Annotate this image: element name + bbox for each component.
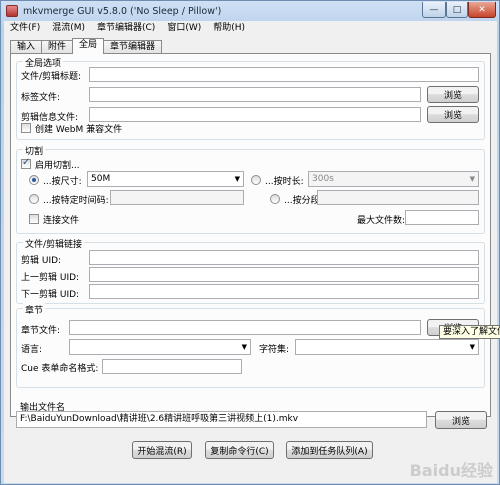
menu-mux[interactable]: 混流(M) xyxy=(46,21,91,36)
chapter-file-input[interactable] xyxy=(69,320,421,335)
maximize-button[interactable]: □ xyxy=(446,2,468,18)
minimize-button[interactable]: — xyxy=(422,2,446,18)
linking-group: 文件/剪辑链接 剪辑 UID: 上一剪辑 UID: 下一剪辑 UID: xyxy=(16,237,485,304)
global-options-group: 全局选项 文件/剪辑标题: 标签文件: 浏览 剪辑信息文件: 浏览 创建 Web… xyxy=(16,56,485,140)
language-combo[interactable]: ▼ xyxy=(69,339,251,355)
menu-file[interactable]: 文件(F) xyxy=(4,21,46,36)
charset-combo[interactable]: ▼ xyxy=(295,339,479,355)
webm-checkbox[interactable] xyxy=(21,123,31,133)
global-tab-panel: 全局选项 文件/剪辑标题: 标签文件: 浏览 剪辑信息文件: 浏览 创建 Web… xyxy=(10,53,491,417)
title-bar: mkvmerge GUI v5.8.0 ('No Sleep / Pillow'… xyxy=(1,1,499,21)
split-by-duration-radio[interactable] xyxy=(251,175,261,185)
menu-bar: 文件(F) 混流(M) 章节编辑器(C) 窗口(W) 帮助(H) xyxy=(4,21,497,36)
split-by-parts-radio[interactable] xyxy=(270,194,280,204)
split-legend: 切割 xyxy=(23,144,46,157)
output-filename-input[interactable]: F:\BaiduYunDownload\精讲班\2.6精讲班呼吸第三讲视频上(1… xyxy=(16,411,427,428)
link-files-checkbox[interactable] xyxy=(29,214,39,224)
watermark: Baidu经验 xyxy=(409,461,493,480)
split-group: 切割 启用切割... ...按尺寸: 50M ▼ ...按时长: 300s ▼ ..… xyxy=(16,144,485,234)
chevron-down-icon: ▼ xyxy=(234,175,240,183)
split-size-value: 50M xyxy=(91,174,111,184)
close-button[interactable]: ✕ xyxy=(468,2,496,18)
prev-uid-input[interactable] xyxy=(89,267,479,282)
next-uid-input[interactable] xyxy=(89,284,479,299)
file-title-label: 文件/剪辑标题: xyxy=(21,72,82,82)
menu-chapter-editor[interactable]: 章节编辑器(C) xyxy=(91,21,161,36)
tab-attachments[interactable]: 附件 xyxy=(41,40,74,54)
file-title-input[interactable] xyxy=(89,67,479,82)
enable-split-label: 启用切割... xyxy=(35,161,80,171)
webm-label: 创建 WebM 兼容文件 xyxy=(35,125,123,135)
main-window: mkvmerge GUI v5.8.0 ('No Sleep / Pillow'… xyxy=(0,0,500,485)
output-browse-button[interactable]: 浏览 xyxy=(435,411,487,429)
start-muxing-button[interactable]: 开始混流(R) xyxy=(132,441,192,459)
menu-help[interactable]: 帮助(H) xyxy=(207,21,251,36)
cue-name-format-label: Cue 表单命名格式: xyxy=(21,364,99,374)
segment-uid-input[interactable] xyxy=(89,250,479,265)
tab-strip: 输入 附件 全局 章节编辑器 xyxy=(10,38,163,54)
chevron-down-icon: ▼ xyxy=(241,343,247,351)
tab-global[interactable]: 全局 xyxy=(72,38,105,54)
segment-info-browse-button[interactable]: 浏览 xyxy=(427,106,479,123)
split-by-duration-label: ...按时长: xyxy=(265,177,304,187)
tooltip: 要深入了解文件 xyxy=(439,325,500,339)
enable-split-checkbox[interactable] xyxy=(21,157,31,169)
menu-window[interactable]: 窗口(W) xyxy=(161,21,207,36)
link-files-label: 连接文件 xyxy=(43,216,80,226)
tags-file-input[interactable] xyxy=(89,87,421,102)
split-parts-input[interactable] xyxy=(317,190,479,205)
cue-name-format-input[interactable] xyxy=(102,359,242,374)
tab-input[interactable]: 输入 xyxy=(10,40,43,54)
chapters-legend: 章节 xyxy=(23,303,46,316)
charset-label: 字符集: xyxy=(259,345,290,355)
add-to-job-queue-button[interactable]: 添加到任务队列(A) xyxy=(286,441,373,459)
prev-uid-label: 上一剪辑 UID: xyxy=(21,273,80,283)
language-label: 语言: xyxy=(21,345,43,355)
split-by-timecodes-radio[interactable] xyxy=(29,194,39,204)
split-by-timecodes-label: ...按特定时间码: xyxy=(43,196,109,206)
chapter-file-label: 章节文件: xyxy=(21,326,61,336)
split-duration-combo[interactable]: 300s ▼ xyxy=(308,171,479,187)
max-files-input[interactable] xyxy=(405,210,479,225)
tab-chapter-editor[interactable]: 章节编辑器 xyxy=(103,40,163,54)
chevron-down-icon: ▼ xyxy=(469,343,475,351)
split-size-combo[interactable]: 50M ▼ xyxy=(87,171,244,187)
global-options-legend: 全局选项 xyxy=(23,56,64,69)
window-title: mkvmerge GUI v5.8.0 ('No Sleep / Pillow'… xyxy=(23,6,222,17)
segment-uid-label: 剪辑 UID: xyxy=(21,256,62,266)
split-by-size-label: ...按尺寸: xyxy=(43,177,82,187)
next-uid-label: 下一剪辑 UID: xyxy=(21,290,80,300)
split-by-size-radio[interactable] xyxy=(29,175,39,185)
max-files-label: 最大文件数: xyxy=(357,216,406,226)
split-timecodes-input[interactable] xyxy=(110,190,244,205)
app-icon xyxy=(6,5,18,17)
linking-legend: 文件/剪辑链接 xyxy=(23,237,85,250)
tags-browse-button[interactable]: 浏览 xyxy=(427,86,479,103)
client-area: 输入 附件 全局 章节编辑器 全局选项 文件/剪辑标题: 标签文件: 浏览 剪辑… xyxy=(4,36,500,483)
copy-command-line-button[interactable]: 复制命令行(C) xyxy=(205,441,274,459)
tags-file-label: 标签文件: xyxy=(21,93,61,103)
segment-info-input[interactable] xyxy=(89,107,421,122)
chevron-down-icon: ▼ xyxy=(469,175,475,183)
split-duration-value: 300s xyxy=(312,174,334,184)
chapters-group: 章节 章节文件: 浏览 语言: ▼ 字符集: ▼ Cue 表单命名格式: xyxy=(16,303,485,388)
